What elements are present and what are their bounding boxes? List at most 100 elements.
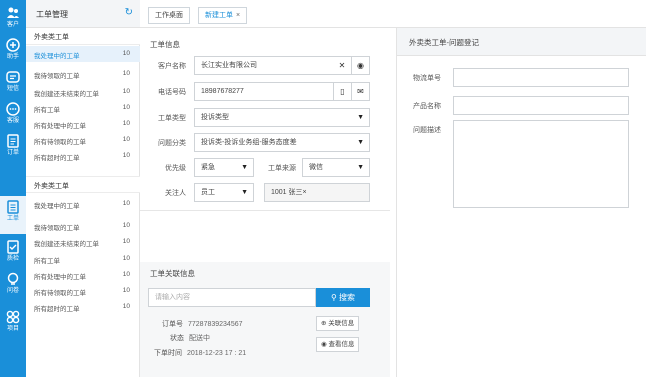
rail-label: 客户 xyxy=(6,22,19,28)
right-panel-header: 外卖类工单-问题登记 xyxy=(397,28,646,56)
assignee-tag[interactable]: 1001 张三× xyxy=(271,189,307,196)
tracking-label: 物流单号 xyxy=(413,75,441,82)
clear-icon[interactable]: ✕ xyxy=(333,57,351,74)
order-time-value: 2018-12-23 17 : 21 xyxy=(187,350,247,357)
phone-label: 电话号码 xyxy=(158,89,186,96)
nav-item-count: 10 xyxy=(122,104,130,111)
nav-item-label: 我处理中的工单 xyxy=(34,203,80,210)
tab-home[interactable]: 工作桌面 xyxy=(148,7,190,24)
nav-item-count: 10 xyxy=(122,255,130,262)
rail-item-customer[interactable]: 客户 xyxy=(0,2,26,34)
assignee-value: 员工 xyxy=(201,189,215,196)
helper-icon xyxy=(6,38,20,52)
nav-item-label: 所有待领取的工单 xyxy=(34,290,86,297)
rail-item-sms[interactable]: 短信 xyxy=(0,66,26,98)
priority-select[interactable]: 紧急 ▼ xyxy=(194,158,254,177)
nav-item[interactable]: 所有超时的工单 10 xyxy=(26,299,140,315)
nav-group-label: 外卖类工单 xyxy=(34,183,69,190)
source-value: 微信 xyxy=(309,164,323,171)
nav-item-label: 我创建还未结束的工单 xyxy=(34,241,99,248)
nav-header: 工单管理 ↻ xyxy=(26,0,140,28)
ticket-nav: 工单管理 ↻ 外卖类工单 我处理中的工单 10 我待领取的工单 10 我创建还未结束… xyxy=(26,0,140,377)
priority-label: 优先级 xyxy=(165,165,186,172)
view-info-button[interactable]: ◉ 查看信息 xyxy=(316,337,360,352)
nav-item-label: 所有处理中的工单 xyxy=(34,123,86,130)
message-icon[interactable]: ✉ xyxy=(351,83,369,100)
related-search-input[interactable]: 请输入内容 xyxy=(148,288,316,307)
sms-icon xyxy=(6,71,20,83)
order-status: 状态 配送中 xyxy=(170,333,210,343)
nav-item[interactable]: 我待领取的工单 10 xyxy=(26,66,140,82)
nav-item[interactable]: 我创建还未结束的工单 10 xyxy=(26,234,140,250)
nav-item-count: 10 xyxy=(122,152,130,159)
chevron-down-icon: ▼ xyxy=(241,189,248,196)
refresh-icon[interactable]: ↻ xyxy=(125,7,133,18)
rail-label: 短信 xyxy=(6,86,19,92)
assignee-label: 关注人 xyxy=(165,190,186,197)
nav-item-label: 我待领取的工单 xyxy=(34,73,80,80)
rail-item-helper[interactable]: 助手 xyxy=(0,34,26,66)
rail-label: 助手 xyxy=(6,54,19,60)
customer-field[interactable]: 长江实业有限公司 ✕ ◉ xyxy=(194,56,370,75)
type-select[interactable]: 投诉类型 ▼ xyxy=(194,108,370,127)
nav-item[interactable]: 所有工单 10 xyxy=(26,251,140,267)
tab-new-ticket[interactable]: 新建工单 × xyxy=(198,7,248,24)
nav-item-count: 10 xyxy=(122,287,130,294)
nav-group[interactable]: 外卖类工单 xyxy=(26,28,140,45)
nav-item[interactable]: 我待领取的工单 10 xyxy=(26,218,140,234)
nav-item[interactable]: 我处理中的工单 10 xyxy=(26,46,140,62)
nav-item-count: 10 xyxy=(122,120,130,127)
source-select[interactable]: 微信 ▼ xyxy=(302,158,370,177)
rail-label: 工单 xyxy=(6,216,19,222)
rail-item-service[interactable]: 客服 xyxy=(0,98,26,130)
survey-icon xyxy=(7,272,19,285)
related-panel: 工单关联信息 请输入内容 ⚲ 搜索 订单号 77287839234567 ⊕ 关联… xyxy=(140,262,390,377)
nav-item[interactable]: 所有待领取的工单 10 xyxy=(26,283,140,299)
nav-group[interactable]: 外卖类工单 xyxy=(26,176,140,193)
rail-item-survey[interactable]: 问卷 xyxy=(0,268,26,300)
phone-field[interactable]: 18987678277 ▯ ✉ xyxy=(194,82,370,101)
mobile-icon[interactable]: ▯ xyxy=(333,83,351,100)
description-textarea[interactable] xyxy=(453,120,629,208)
view-icon[interactable]: ◉ xyxy=(351,57,369,74)
nav-item-count: 10 xyxy=(122,88,130,95)
nav-item[interactable]: 所有超时的工单 10 xyxy=(26,148,140,164)
issue-label: 问题分类 xyxy=(158,140,186,147)
rail-item-quality[interactable]: 质检 xyxy=(0,236,26,268)
nav-item-label: 所有工单 xyxy=(34,258,60,265)
nav-item-label: 所有工单 xyxy=(34,107,60,114)
order-number-value: 77287839234567 xyxy=(188,321,243,328)
close-icon[interactable]: × xyxy=(236,12,240,19)
nav-item-label: 我待领取的工单 xyxy=(34,225,80,232)
assignee-select[interactable]: 员工 ▼ xyxy=(194,183,254,202)
link-info-button[interactable]: ⊕ 关联信息 xyxy=(316,316,360,331)
issue-select[interactable]: 投诉类-投诉业务组-服务态度差 ▼ xyxy=(194,133,370,152)
nav-item-count: 10 xyxy=(122,222,130,229)
customer-value: 长江实业有限公司 xyxy=(201,62,257,69)
nav-item[interactable]: 我创建还未结束的工单 10 xyxy=(26,84,140,100)
nav-item[interactable]: 所有处理中的工单 10 xyxy=(26,116,140,132)
tracking-input[interactable] xyxy=(453,68,629,87)
rail-label: 客服 xyxy=(6,118,19,124)
search-button[interactable]: ⚲ 搜索 xyxy=(316,288,370,307)
nav-item[interactable]: 所有处理中的工单 10 xyxy=(26,267,140,283)
rail-item-order[interactable]: 订单 xyxy=(0,130,26,162)
search-icon: ⚲ xyxy=(330,293,337,302)
rail-label: 项目 xyxy=(6,326,19,332)
nav-item-label: 所有处理中的工单 xyxy=(34,274,86,281)
order-number: 订单号 77287839234567 xyxy=(162,319,243,329)
assignee-tags[interactable]: 1001 张三× xyxy=(264,183,370,202)
product-label: 产品名称 xyxy=(413,103,441,110)
nav-item[interactable]: 我处理中的工单 10 xyxy=(26,196,140,212)
rail-label: 订单 xyxy=(6,150,19,156)
rail-item-ticket[interactable]: 工单 xyxy=(0,196,26,234)
type-label: 工单类型 xyxy=(158,115,186,122)
nav-item[interactable]: 所有工单 10 xyxy=(26,100,140,116)
rail-item-project[interactable]: 项目 xyxy=(0,306,26,338)
chevron-down-icon: ▼ xyxy=(357,139,364,146)
status-label: 状态 xyxy=(170,335,184,342)
order-time: 下单时间 2018-12-23 17 : 21 xyxy=(154,348,246,358)
product-input[interactable] xyxy=(453,96,629,115)
nav-item[interactable]: 所有待领取的工单 10 xyxy=(26,132,140,148)
order-time-label: 下单时间 xyxy=(154,350,182,357)
